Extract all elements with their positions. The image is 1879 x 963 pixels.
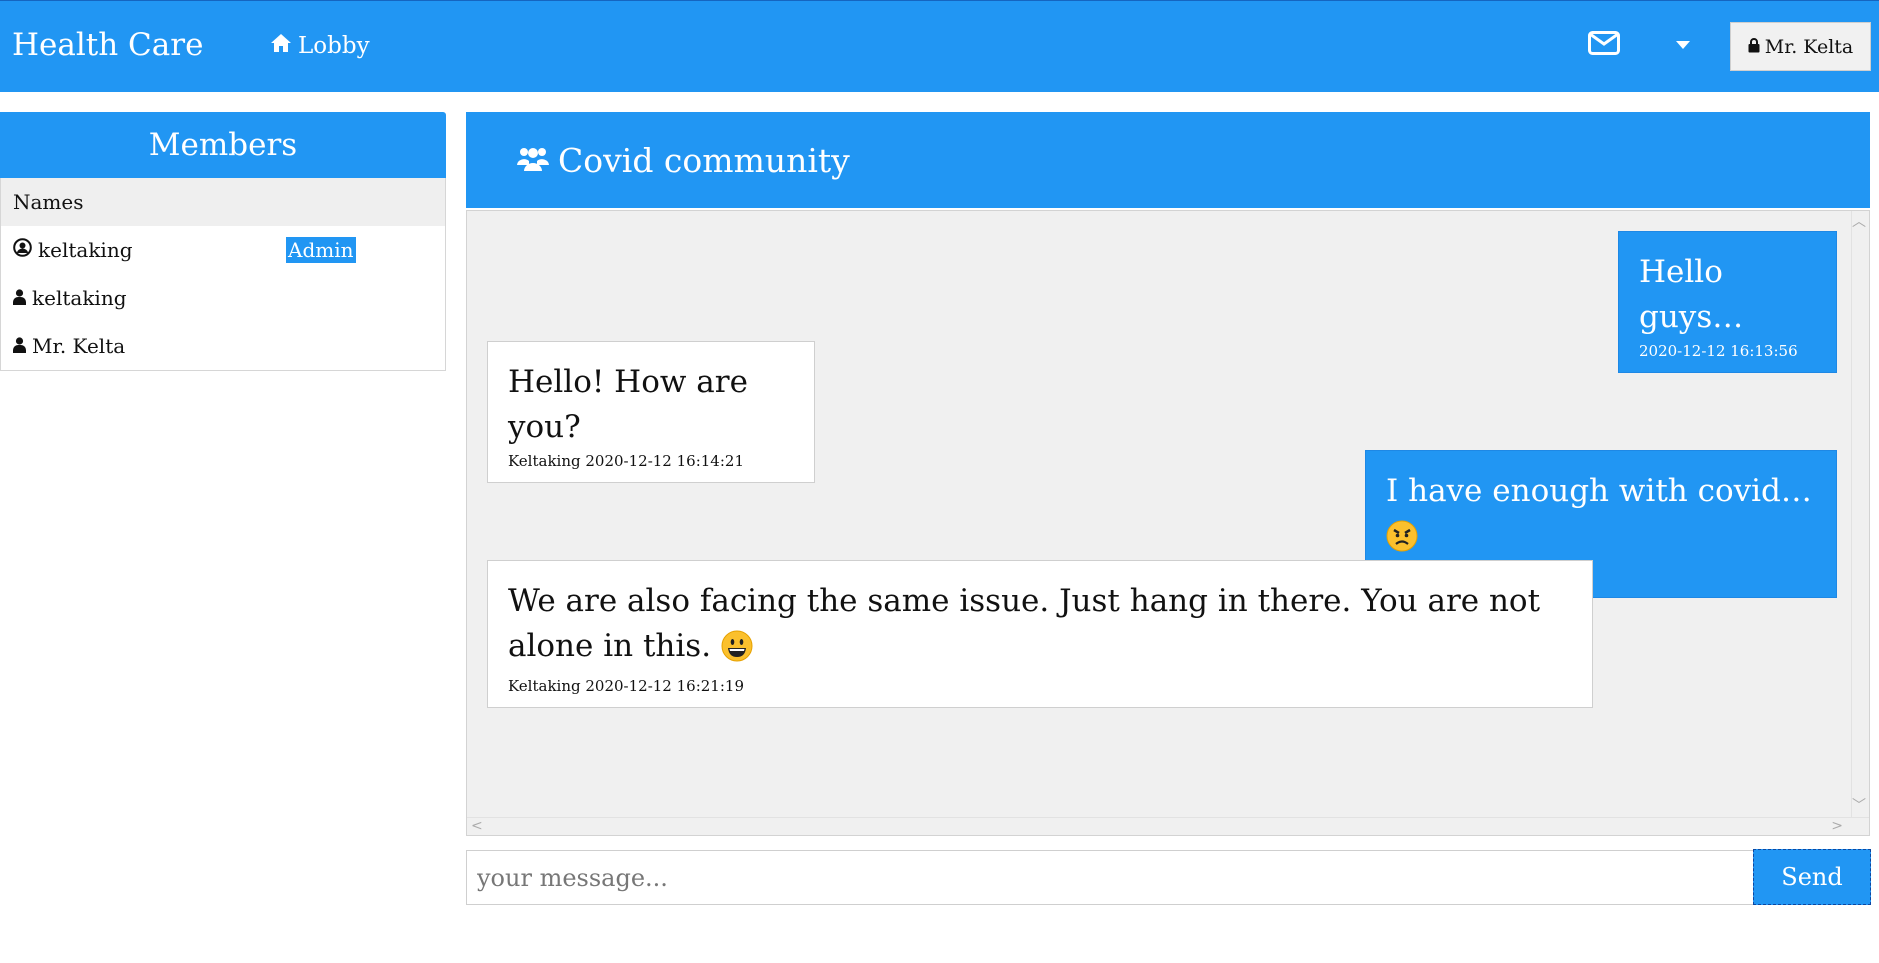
top-navbar: Health Care Lobby Mr. Kelta bbox=[0, 0, 1879, 92]
home-icon bbox=[270, 33, 292, 59]
send-button[interactable]: Send bbox=[1753, 849, 1871, 905]
members-title: Members bbox=[0, 112, 446, 178]
users-group-icon bbox=[516, 141, 550, 180]
message-bubble-incoming: We are also facing the same issue. Just … bbox=[487, 560, 1593, 708]
message-text: Hello guys… bbox=[1639, 254, 1744, 335]
member-name: keltaking bbox=[32, 286, 127, 310]
message-text: We are also facing the same issue. Just … bbox=[508, 583, 1541, 664]
message-meta: Keltaking 2020-12-12 16:21:19 bbox=[508, 677, 744, 695]
message-input[interactable] bbox=[466, 850, 1753, 905]
member-row[interactable]: keltaking Admin bbox=[1, 226, 445, 274]
user-icon bbox=[13, 286, 26, 310]
user-menu-label: Mr. Kelta bbox=[1764, 35, 1854, 58]
admin-badge: Admin bbox=[286, 237, 356, 263]
lobby-link[interactable]: Lobby bbox=[270, 33, 370, 59]
user-icon bbox=[13, 334, 26, 358]
envelope-icon[interactable] bbox=[1588, 31, 1620, 59]
message-bubble-incoming: Hello! How are you? Keltaking 2020-12-12… bbox=[487, 341, 815, 483]
horizontal-scrollbar[interactable] bbox=[467, 817, 1869, 835]
chat-room-header: Covid community bbox=[466, 112, 1870, 208]
message-timestamp: 2020-12-12 16:13:56 bbox=[1639, 342, 1798, 360]
grinning-face-icon bbox=[721, 630, 753, 675]
user-menu-button[interactable]: Mr. Kelta bbox=[1730, 22, 1871, 71]
member-row[interactable]: keltaking bbox=[1, 274, 445, 322]
scroll-up-icon[interactable]: ︿ bbox=[1852, 211, 1866, 231]
member-row[interactable]: Mr. Kelta bbox=[1, 322, 445, 370]
brand-title[interactable]: Health Care bbox=[12, 27, 203, 63]
message-meta: Keltaking 2020-12-12 16:14:21 bbox=[508, 452, 744, 470]
scroll-left-icon[interactable]: < bbox=[471, 818, 483, 834]
angry-face-icon bbox=[1386, 520, 1418, 565]
vertical-scrollbar[interactable] bbox=[1851, 211, 1869, 817]
message-bubble-outgoing: Hello guys… 2020-12-12 16:13:56 bbox=[1618, 231, 1837, 373]
dropdown-caret-icon[interactable] bbox=[1676, 41, 1690, 49]
lobby-label: Lobby bbox=[298, 33, 370, 59]
lock-icon bbox=[1748, 36, 1760, 58]
message-text: I have enough with covid… bbox=[1386, 473, 1812, 509]
member-name: Mr. Kelta bbox=[32, 334, 126, 358]
member-name: keltaking bbox=[38, 238, 133, 262]
message-text: Hello! How are you? bbox=[508, 364, 748, 445]
message-list[interactable]: Hello guys… 2020-12-12 16:13:56 Hello! H… bbox=[466, 210, 1870, 836]
user-circle-icon bbox=[13, 238, 32, 262]
members-table: Names keltaking Admin keltaking Mr. Kelt… bbox=[0, 178, 446, 371]
names-column-header: Names bbox=[1, 178, 445, 226]
chat-room-title: Covid community bbox=[558, 140, 850, 180]
scroll-right-icon[interactable]: > bbox=[1831, 818, 1843, 834]
scroll-down-icon[interactable]: ﹀ bbox=[1852, 795, 1866, 815]
